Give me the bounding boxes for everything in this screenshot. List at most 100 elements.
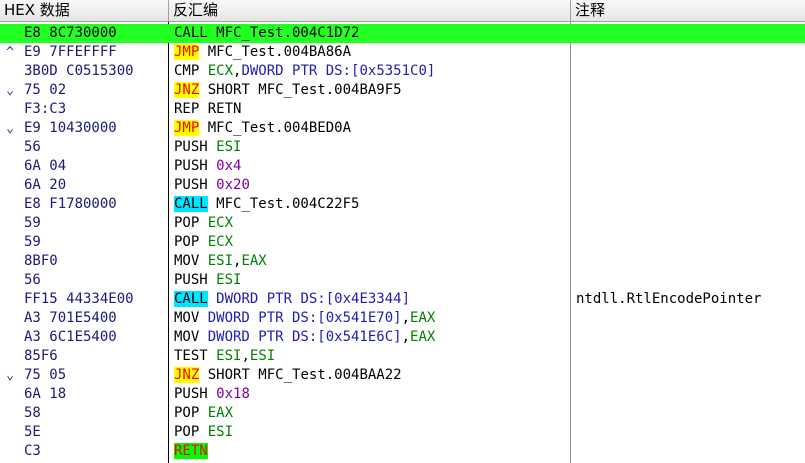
instruction-row[interactable]: C3 RETN [0, 442, 805, 461]
instruction-row[interactable]: ⌄ 75 02 JNZ SHORT MFC_Test.004BA9F5 [0, 81, 805, 100]
disasm-text: PUSH 0x20 [174, 176, 250, 195]
asm-token-mn: REP RETN [174, 101, 242, 117]
column-header-bar: HEX 数据 反汇编 注释 [0, 0, 805, 22]
asm-token-reg: ESI [249, 348, 276, 364]
asm-token-txt: MFC_Test.004C1D72 [207, 25, 360, 41]
hex-bytes: E9 7FFEFFFF [24, 44, 117, 60]
asm-token-mn: MOV [174, 329, 208, 345]
disasm-text: PUSH 0x18 [174, 385, 250, 404]
instruction-row[interactable]: F3:C3 REP RETN [0, 100, 805, 119]
instruction-row[interactable]: FF15 44334E00 CALL DWORD PTR DS:[0x4E3344… [0, 290, 805, 309]
hex-bytes: 56 [24, 139, 41, 155]
hex-bytes: 59 [24, 234, 41, 250]
instruction-row[interactable]: 59 POP ECX [0, 214, 805, 233]
jump-marker [2, 157, 18, 176]
asm-token-mn: PUSH [174, 158, 217, 174]
jump-marker [2, 176, 18, 195]
asm-token-mem: DWORD PTR DS:[0x541E70] [207, 310, 402, 326]
asm-token-reg: EAX [207, 405, 234, 421]
disasm-text: PUSH ESI [174, 271, 241, 290]
comment-text: ntdll.RtlEncodePointer [576, 291, 762, 307]
asm-token-mn: PUSH [174, 177, 217, 193]
instruction-row[interactable]: 8BF0 MOV ESI,EAX [0, 252, 805, 271]
asm-token-mn: PUSH [174, 386, 217, 402]
instruction-row[interactable]: A3 6C1E5400 MOV DWORD PTR DS:[0x541E6C],E… [0, 328, 805, 347]
jump-marker [2, 385, 18, 404]
asm-token-reg: EAX [241, 253, 267, 269]
asm-token-call: CALL [174, 291, 208, 307]
hex-bytes: 5E [24, 424, 41, 440]
instruction-row[interactable]: E8 F1780000 CALL MFC_Test.004C22F5 [0, 195, 805, 214]
instruction-row[interactable]: 6A 04 PUSH 0x4 [0, 157, 805, 176]
asm-token-txt: MFC_Test.004BA86A [199, 44, 352, 60]
instruction-row[interactable]: 59 POP ECX [0, 233, 805, 252]
instruction-row[interactable]: 5E POP ESI [0, 423, 805, 442]
instruction-row[interactable]: 6A 20 PUSH 0x20 [0, 176, 805, 195]
column-header-hex[interactable]: HEX 数据 [0, 0, 168, 21]
asm-token-reg: ESI [207, 424, 234, 440]
disasm-text: TEST ESI,ESI [174, 347, 275, 366]
asm-token-reg: ECX [207, 63, 234, 79]
asm-token-call: CALL [174, 25, 208, 41]
disasm-text: CALL DWORD PTR DS:[0x4E3344] [174, 290, 410, 309]
column-header-comment[interactable]: 注释 [570, 0, 805, 21]
disasm-text: POP ECX [174, 214, 233, 233]
asm-token-txt: , [401, 310, 411, 326]
instruction-row[interactable]: 3B0D C0515300 CMP ECX,DWORD PTR DS:[0x535… [0, 62, 805, 81]
asm-token-mn: POP [174, 405, 208, 421]
instruction-row[interactable]: ⌄ 75 05 JNZ SHORT MFC_Test.004BAA22 [0, 366, 805, 385]
asm-token-mn: POP [174, 215, 208, 231]
hex-bytes: 56 [24, 272, 41, 288]
disasm-text: RETN [174, 442, 208, 461]
hex-bytes: F3:C3 [24, 101, 67, 117]
instruction-row[interactable]: 85F6 TEST ESI,ESI [0, 347, 805, 366]
asm-token-mn: POP [174, 424, 208, 440]
instruction-row[interactable]: 56 PUSH ESI [0, 138, 805, 157]
hex-bytes: 6A 18 [24, 386, 67, 402]
disasm-text: POP ECX [174, 233, 233, 252]
asm-token-reg: ESI [216, 139, 242, 155]
disasm-text: MOV DWORD PTR DS:[0x541E70],EAX [174, 309, 435, 328]
instruction-row[interactable]: ⌄ E9 10430000 JMP MFC_Test.004BED0A [0, 119, 805, 138]
jump-marker [2, 252, 18, 271]
disassembly-view[interactable]: HEX 数据 反汇编 注释 E8 8C730000 CALL MFC_Test.0… [0, 0, 805, 463]
hex-bytes: E8 F1780000 [24, 196, 117, 212]
asm-token-imm: 0x20 [216, 177, 250, 193]
asm-token-retn: RETN [174, 443, 208, 459]
hex-bytes: 75 02 [24, 82, 67, 98]
jump-marker [2, 423, 18, 442]
hex-bytes: 6A 04 [24, 158, 67, 174]
disasm-text: CALL MFC_Test.004C22F5 [174, 195, 359, 214]
instruction-row[interactable]: A3 701E5400 MOV DWORD PTR DS:[0x541E70],E… [0, 309, 805, 328]
jump-marker [2, 309, 18, 328]
asm-token-imm: 0x18 [216, 386, 250, 402]
jump-marker [2, 195, 18, 214]
asm-token-txt: , [241, 348, 250, 364]
asm-token-mn: CMP [174, 63, 208, 79]
jump-marker [2, 290, 18, 309]
asm-token-txt: SHORT MFC_Test.004BA9F5 [199, 82, 402, 98]
asm-token-reg: ESI [216, 272, 242, 288]
instruction-row[interactable]: 56 PUSH ESI [0, 271, 805, 290]
jump-marker [2, 214, 18, 233]
instruction-row[interactable]: ^ E9 7FFEFFFF JMP MFC_Test.004BA86A [0, 43, 805, 62]
hex-bytes: E8 8C730000 [24, 25, 117, 41]
disasm-text: POP ESI [174, 423, 233, 442]
asm-token-reg: ECX [207, 234, 234, 250]
instruction-row-selected[interactable]: E8 8C730000 CALL MFC_Test.004C1D72 [0, 24, 805, 43]
hex-bytes: A3 6C1E5400 [24, 329, 117, 345]
disasm-text: POP EAX [174, 404, 233, 423]
instruction-row[interactable]: 58 POP EAX [0, 404, 805, 423]
asm-token-reg: ECX [207, 215, 234, 231]
hex-bytes: 75 05 [24, 367, 67, 383]
column-header-disasm[interactable]: 反汇编 [168, 0, 570, 21]
disasm-text: MOV DWORD PTR DS:[0x541E6C],EAX [174, 328, 435, 347]
hex-bytes: 6A 20 [24, 177, 67, 193]
disasm-text: JMP MFC_Test.004BA86A [174, 43, 351, 62]
jump-marker [2, 138, 18, 157]
asm-token-jmp: JMP [174, 44, 200, 60]
instruction-row[interactable]: 6A 18 PUSH 0x18 [0, 385, 805, 404]
jump-marker [2, 271, 18, 290]
disasm-text: PUSH ESI [174, 138, 241, 157]
asm-token-imm: 0x4 [216, 158, 242, 174]
